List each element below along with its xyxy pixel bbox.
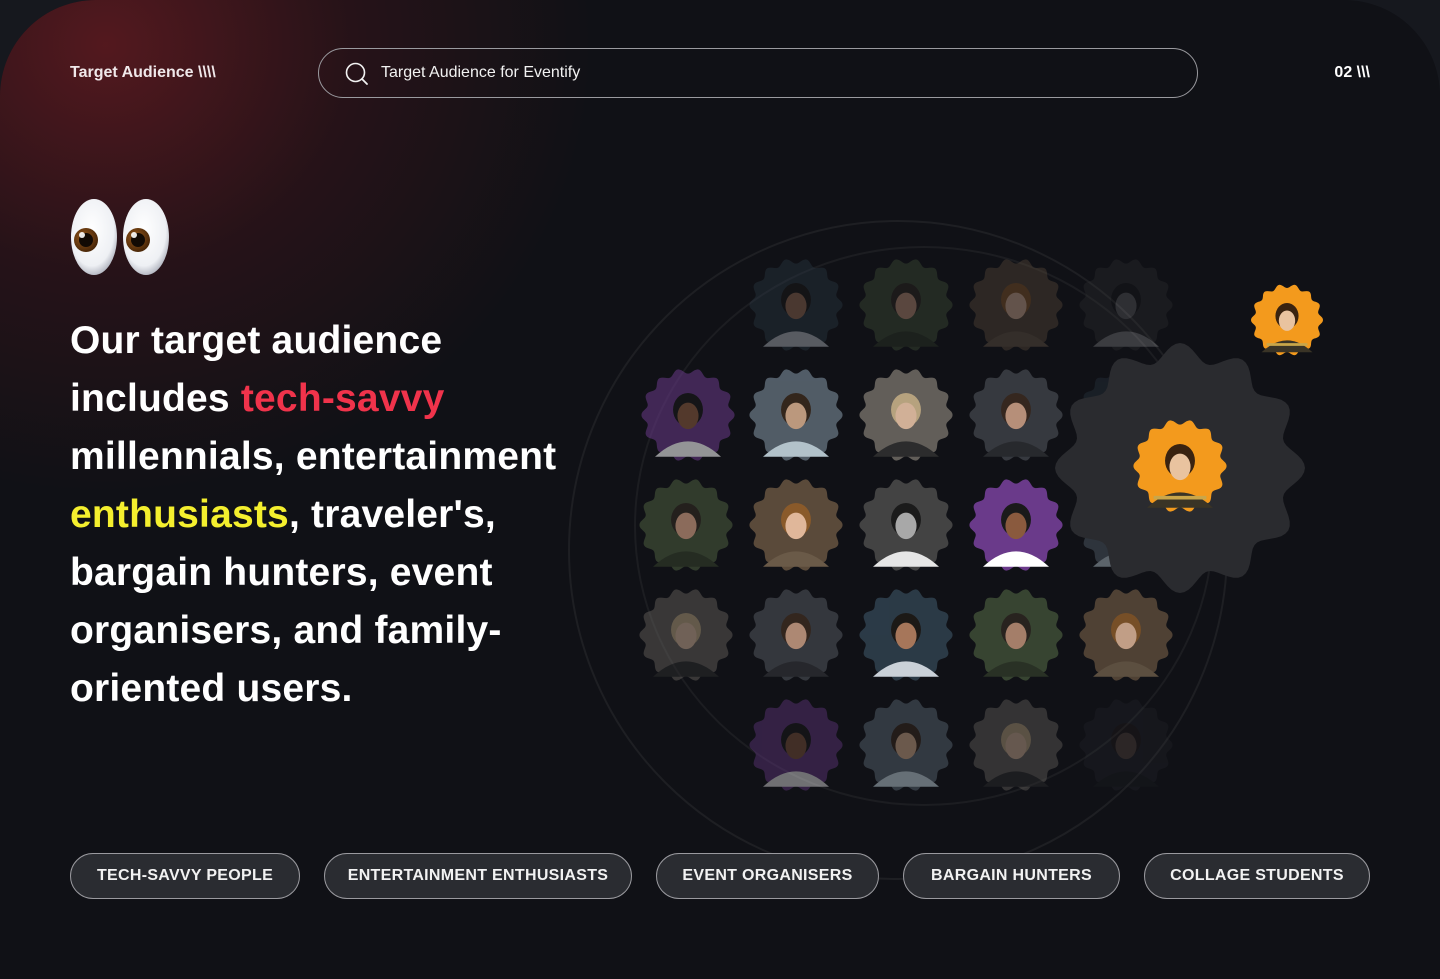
avatar-4-2 <box>859 699 953 791</box>
avatar-3-2 <box>859 589 953 681</box>
highlight-tech-savvy: tech-savvy <box>240 377 445 420</box>
avatar-3-1 <box>749 589 843 681</box>
avatar-0-2 <box>859 259 953 351</box>
page-number: 02 \\\ <box>1334 64 1370 81</box>
slide: Target Audience \\\\ 02 \\\ <box>0 0 1440 979</box>
avatar-0-3 <box>969 259 1063 351</box>
avatar-1-3 <box>969 369 1063 461</box>
audience-avatar-cluster <box>560 150 1440 880</box>
avatar-4-4 <box>1079 699 1173 791</box>
floating-avatar <box>1251 284 1323 356</box>
search-input[interactable] <box>379 63 1143 83</box>
avatar-1-1 <box>749 369 843 461</box>
avatar-1-0 <box>641 369 735 461</box>
avatar-0-1 <box>749 259 843 351</box>
avatar-4-3 <box>969 699 1063 791</box>
avatar-4-1 <box>749 699 843 791</box>
avatar-2-3 <box>969 479 1063 571</box>
section-title: Target Audience \\\\ <box>70 64 216 81</box>
headline-text-2: millennials, entertainment <box>70 435 557 478</box>
avatar-3-4 <box>1079 589 1173 681</box>
corner-accent <box>1359 0 1381 5</box>
search-bar[interactable] <box>318 48 1198 98</box>
avatar-3-3 <box>969 589 1063 681</box>
highlight-enthusiasts: enthusiasts <box>70 493 289 536</box>
avatar-0-4 <box>1079 259 1173 351</box>
avatar-3-0 <box>639 589 733 681</box>
headline: Our target audience includes tech-savvy … <box>70 312 610 718</box>
avatar-2-0 <box>639 479 733 571</box>
tag-entertainment-enthusiasts[interactable]: ENTERTAINMENT ENTHUSIASTS <box>324 853 632 899</box>
eyes-emoji-icon <box>71 199 169 275</box>
avatar-2-1 <box>749 479 843 571</box>
tag-bargain-hunters[interactable]: BARGAIN HUNTERS <box>903 853 1120 899</box>
tag-tech-savvy-people[interactable]: TECH-SAVVY PEOPLE <box>70 853 300 899</box>
avatar-1-2 <box>859 369 953 461</box>
tag-event-organisers[interactable]: EVENT ORGANISERS <box>656 853 879 899</box>
avatar-2-2 <box>859 479 953 571</box>
search-icon <box>345 62 368 85</box>
top-bar: Target Audience \\\\ 02 \\\ <box>70 48 1370 100</box>
tag-collage-students[interactable]: COLLAGE STUDENTS <box>1144 853 1370 899</box>
avatar-grid <box>639 259 1323 791</box>
audience-tags: TECH-SAVVY PEOPLE ENTERTAINMENT ENTHUSIA… <box>70 853 1370 899</box>
